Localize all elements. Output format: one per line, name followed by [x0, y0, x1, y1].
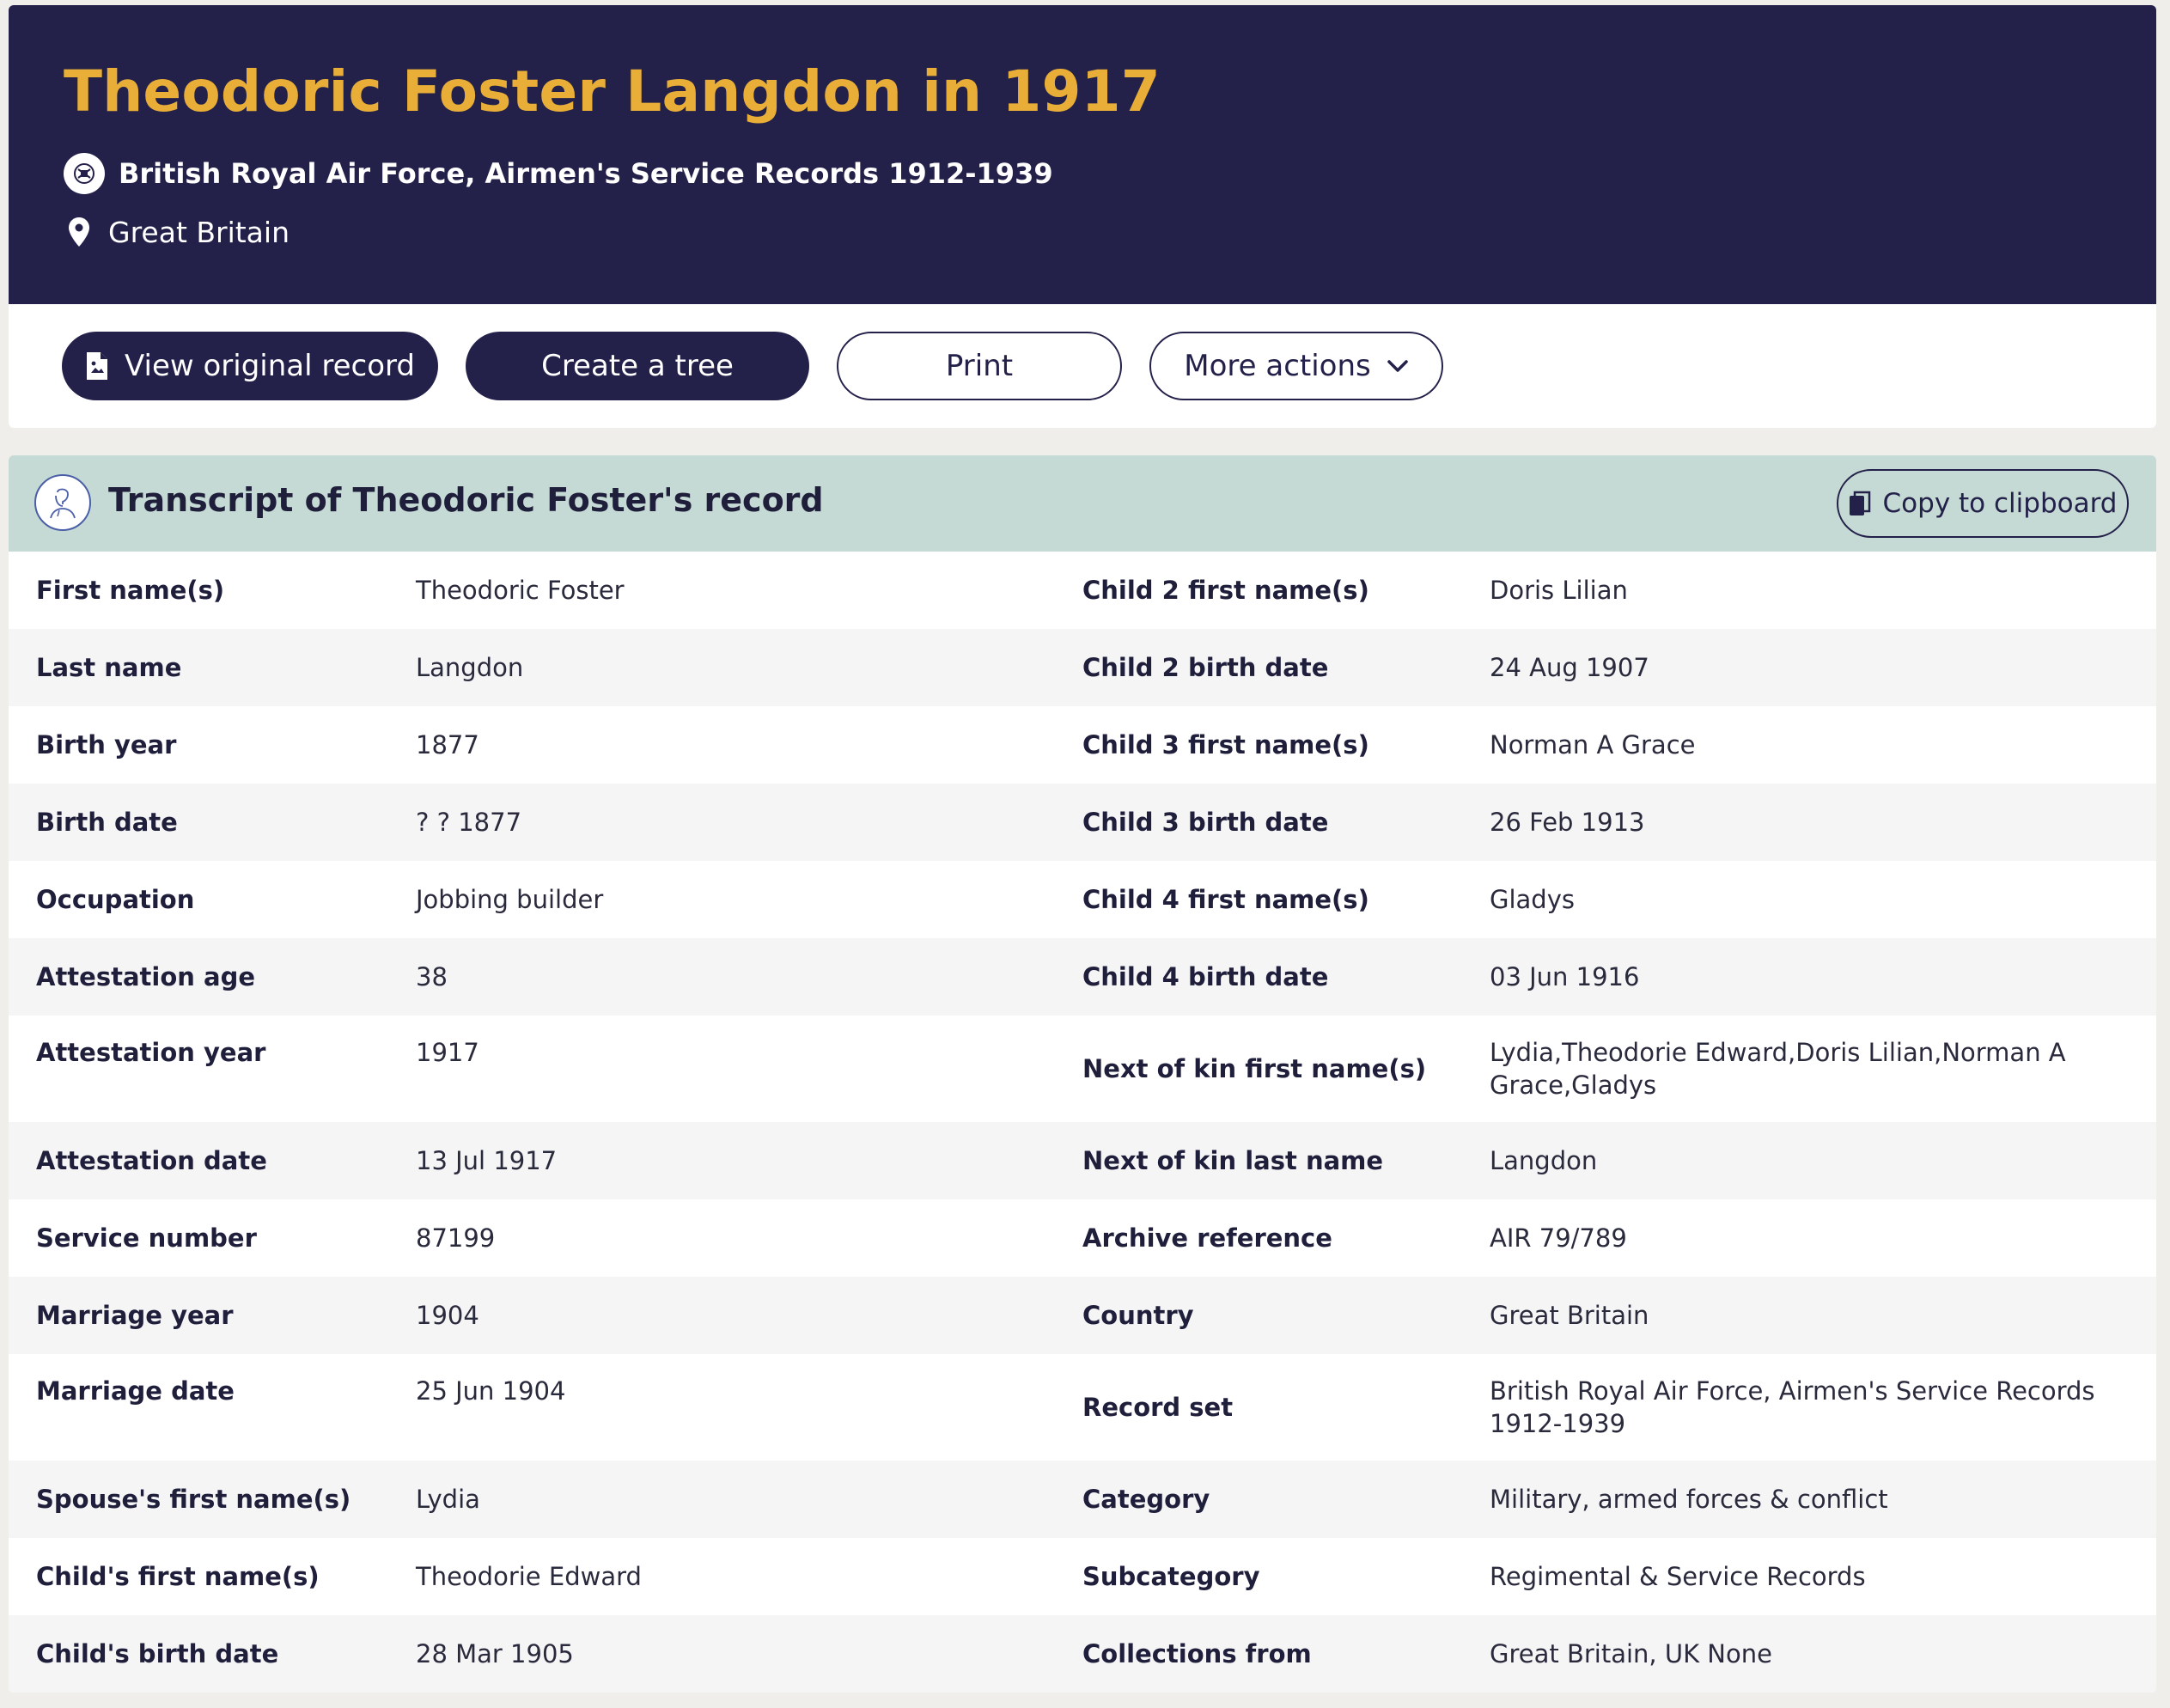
person-portrait-icon — [34, 474, 91, 531]
print-button[interactable]: Print — [837, 332, 1122, 400]
field-label: Subcategory — [1082, 1562, 1260, 1591]
table-row: Marriage year 1904 Country Great Britain — [9, 1277, 2156, 1354]
field-label: Marriage date — [36, 1376, 235, 1406]
field-label: Next of kin first name(s) — [1082, 1054, 1427, 1083]
table-row: Attestation age 38 Child 4 birth date 03… — [9, 938, 2156, 1016]
field-value: 26 Feb 1913 — [1490, 808, 1645, 837]
action-bar: View original record Create a tree Print… — [9, 304, 2156, 428]
field-label: Child 3 birth date — [1082, 808, 1329, 837]
field-value: Lydia,Theodorie Edward,Doris Lilian,Norm… — [1490, 1038, 2066, 1100]
field-label: Attestation age — [36, 962, 255, 991]
transcript-table: First name(s) Theodoric Foster Child 2 f… — [9, 552, 2156, 1693]
page-title: Theodoric Foster Langdon in 1917 — [64, 58, 1161, 125]
table-row: Child's birth date 28 Mar 1905 Collectio… — [9, 1615, 2156, 1693]
table-row: Birth date ? ? 1877 Child 3 birth date 2… — [9, 784, 2156, 861]
field-label: Attestation year — [36, 1038, 266, 1067]
field-value: 13 Jul 1917 — [416, 1146, 558, 1175]
field-value: 38 — [416, 962, 448, 991]
chevron-down-icon — [1387, 359, 1409, 373]
field-value: Lydia — [416, 1485, 480, 1514]
field-value: Great Britain — [1490, 1301, 1649, 1330]
field-label: Birth year — [36, 730, 177, 759]
table-row: Child's first name(s) Theodorie Edward S… — [9, 1538, 2156, 1615]
field-label: Child's birth date — [36, 1639, 279, 1668]
field-value: 1877 — [416, 730, 479, 759]
field-value: 1917 — [416, 1038, 479, 1067]
field-value: 28 Mar 1905 — [416, 1639, 574, 1668]
record-set-row: British Royal Air Force, Airmen's Servic… — [64, 153, 1053, 194]
print-label: Print — [945, 349, 1014, 383]
table-row: Birth year 1877 Child 3 first name(s) No… — [9, 706, 2156, 784]
field-label: Occupation — [36, 885, 195, 914]
field-label: Child's first name(s) — [36, 1562, 320, 1591]
copy-icon — [1849, 491, 1871, 516]
field-value: Langdon — [416, 653, 524, 682]
transcript-title: Transcript of Theodoric Foster's record — [108, 481, 824, 519]
table-row: Service number 87199 Archive reference A… — [9, 1199, 2156, 1277]
field-label: Child 2 first name(s) — [1082, 576, 1369, 605]
view-original-record-label: View original record — [125, 349, 415, 383]
transcript-panel: Transcript of Theodoric Foster's record … — [9, 455, 2156, 1693]
location-row: Great Britain — [64, 211, 290, 253]
field-label: First name(s) — [36, 576, 225, 605]
field-label: Country — [1082, 1301, 1194, 1330]
table-row: Marriage date 25 Jun 1904 Record set Bri… — [9, 1354, 2156, 1461]
table-row: Attestation date 13 Jul 1917 Next of kin… — [9, 1122, 2156, 1199]
field-label: Record set — [1082, 1393, 1234, 1422]
field-value: 24 Aug 1907 — [1490, 653, 1649, 682]
field-value: Military, armed forces & conflict — [1490, 1485, 1888, 1514]
field-value: Regimental & Service Records — [1490, 1562, 1866, 1591]
field-value: Theodorie Edward — [416, 1562, 642, 1591]
field-value: Great Britain, UK None — [1490, 1639, 1772, 1668]
create-tree-label: Create a tree — [541, 349, 734, 383]
raf-badge-icon — [64, 153, 105, 194]
field-value: AIR 79/789 — [1490, 1223, 1627, 1253]
table-row: First name(s) Theodoric Foster Child 2 f… — [9, 552, 2156, 629]
field-value: British Royal Air Force, Airmen's Servic… — [1490, 1376, 2095, 1438]
table-row: Last name Langdon Child 2 birth date 24 … — [9, 629, 2156, 706]
field-label: Child 4 birth date — [1082, 962, 1329, 991]
field-label: Marriage year — [36, 1301, 234, 1330]
copy-to-clipboard-button[interactable]: Copy to clipboard — [1837, 469, 2129, 538]
field-label: Category — [1082, 1485, 1210, 1514]
field-value: 03 Jun 1916 — [1490, 962, 1640, 991]
record-set-name[interactable]: British Royal Air Force, Airmen's Servic… — [119, 157, 1053, 190]
field-label: Next of kin last name — [1082, 1146, 1384, 1175]
field-value: Gladys — [1490, 885, 1575, 914]
field-label: Attestation date — [36, 1146, 267, 1175]
field-value: 25 Jun 1904 — [416, 1376, 566, 1406]
table-row: Spouse's first name(s) Lydia Category Mi… — [9, 1461, 2156, 1538]
field-label: Child 2 birth date — [1082, 653, 1329, 682]
field-label: Child 3 first name(s) — [1082, 730, 1369, 759]
field-label: Birth date — [36, 808, 178, 837]
location-text: Great Britain — [108, 215, 290, 249]
map-pin-icon — [64, 211, 94, 253]
table-row: Occupation Jobbing builder Child 4 first… — [9, 861, 2156, 938]
record-header: Theodoric Foster Langdon in 1917 British… — [9, 5, 2156, 304]
field-value: 1904 — [416, 1301, 479, 1330]
field-value: Jobbing builder — [416, 885, 604, 914]
field-label: Archive reference — [1082, 1223, 1332, 1253]
field-label: Collections from — [1082, 1639, 1312, 1668]
more-actions-label: More actions — [1184, 349, 1371, 383]
field-value: 87199 — [416, 1223, 496, 1253]
field-label: Spouse's first name(s) — [36, 1485, 351, 1514]
field-value: Langdon — [1490, 1146, 1598, 1175]
record-page: Theodoric Foster Langdon in 1917 British… — [0, 0, 2170, 1708]
field-value: ? ? 1877 — [416, 808, 522, 837]
field-value: Doris Lilian — [1490, 576, 1628, 605]
view-original-record-button[interactable]: View original record — [62, 332, 438, 400]
document-image-icon — [85, 351, 109, 381]
field-value: Theodoric Foster — [416, 576, 625, 605]
field-label: Service number — [36, 1223, 257, 1253]
field-label: Child 4 first name(s) — [1082, 885, 1369, 914]
copy-to-clipboard-label: Copy to clipboard — [1882, 488, 2118, 519]
create-tree-button[interactable]: Create a tree — [466, 332, 809, 400]
field-value: Norman A Grace — [1490, 730, 1696, 759]
field-label: Last name — [36, 653, 182, 682]
more-actions-button[interactable]: More actions — [1149, 332, 1443, 400]
transcript-header: Transcript of Theodoric Foster's record … — [9, 455, 2156, 552]
table-row: Attestation year 1917 Next of kin first … — [9, 1016, 2156, 1122]
